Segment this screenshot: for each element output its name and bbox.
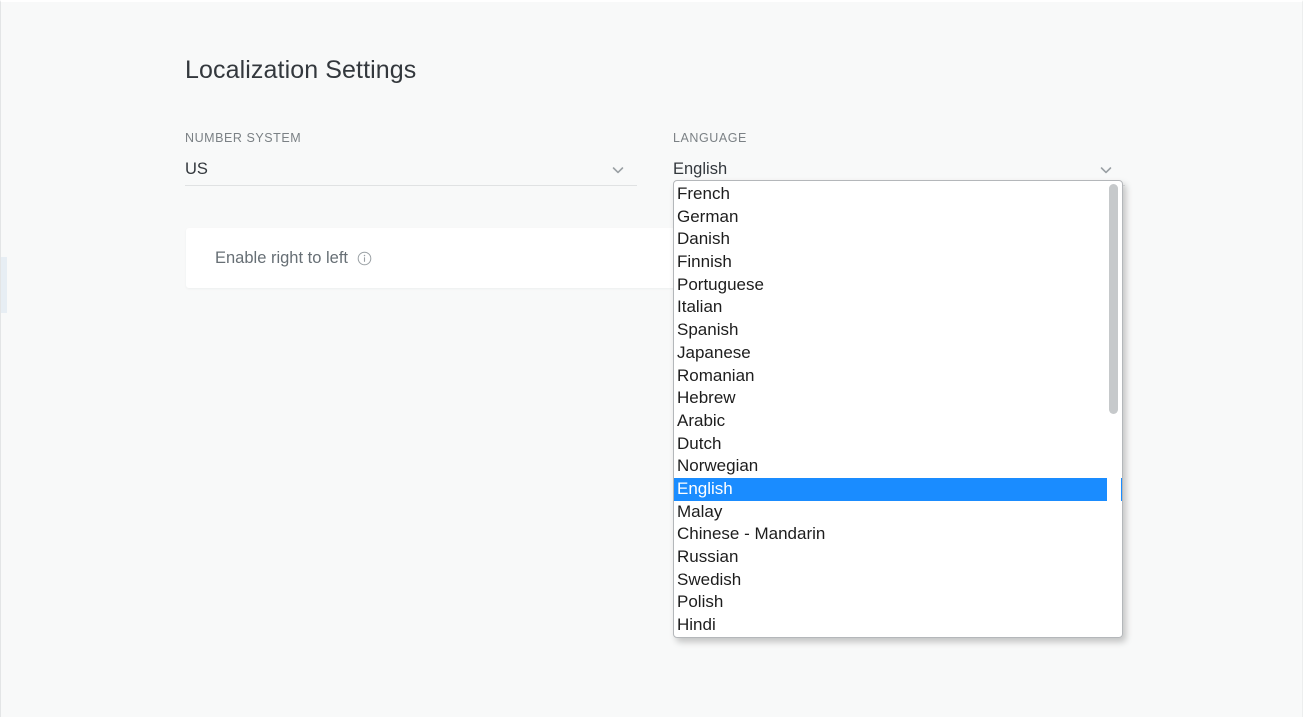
language-option[interactable]: Dutch	[674, 433, 1122, 456]
language-value: English	[673, 160, 728, 178]
language-option[interactable]: Chinese - Mandarin	[674, 523, 1122, 546]
number-system-label: NUMBER SYSTEM	[185, 131, 302, 145]
language-option[interactable]: Norwegian	[674, 455, 1122, 478]
language-option[interactable]: Swedish	[674, 569, 1122, 592]
language-option[interactable]: Romanian	[674, 365, 1122, 388]
info-circle-icon[interactable]	[357, 251, 372, 266]
language-option[interactable]: Hebrew	[674, 387, 1122, 410]
language-option[interactable]: Spanish	[674, 319, 1122, 342]
language-dropdown-popup[interactable]: French German Danish Finnish Portuguese Itali…	[673, 180, 1123, 638]
language-option[interactable]: Finnish	[674, 251, 1122, 274]
language-option[interactable]: English	[674, 477, 1122, 501]
language-option[interactable]: Hindi	[674, 614, 1122, 637]
number-system-field: NUMBER SYSTEM US	[185, 130, 637, 186]
language-field: LANGUAGE English	[673, 130, 1125, 186]
enable-right-to-left-row[interactable]: Enable right to left	[215, 228, 372, 288]
language-option[interactable]: Danish	[674, 228, 1122, 251]
language-option-list[interactable]: French German Danish Finnish Portuguese Itali…	[674, 183, 1122, 637]
language-option[interactable]: Portuguese	[674, 274, 1122, 297]
language-option[interactable]: Japanese	[674, 342, 1122, 365]
page-title: Localization Settings	[185, 56, 417, 84]
language-option[interactable]: German	[674, 206, 1122, 229]
app-window: Localization Settings NUMBER SYSTEM US L…	[0, 0, 1303, 717]
language-option[interactable]: French	[674, 183, 1122, 206]
language-option[interactable]: Polish	[674, 591, 1122, 614]
language-option[interactable]: Malay	[674, 501, 1122, 524]
dropdown-scrollbar-track[interactable]	[1107, 182, 1121, 636]
enable-right-to-left-label: Enable right to left	[215, 248, 348, 267]
language-option[interactable]: Russian	[674, 546, 1122, 569]
number-system-value: US	[185, 160, 208, 178]
left-edge-accent-strip	[1, 257, 7, 313]
language-label: LANGUAGE	[673, 131, 747, 145]
language-option[interactable]: Arabic	[674, 410, 1122, 433]
language-option[interactable]: Italian	[674, 296, 1122, 319]
dropdown-scrollbar-thumb[interactable]	[1109, 184, 1118, 414]
number-system-select[interactable]: US	[185, 157, 637, 186]
